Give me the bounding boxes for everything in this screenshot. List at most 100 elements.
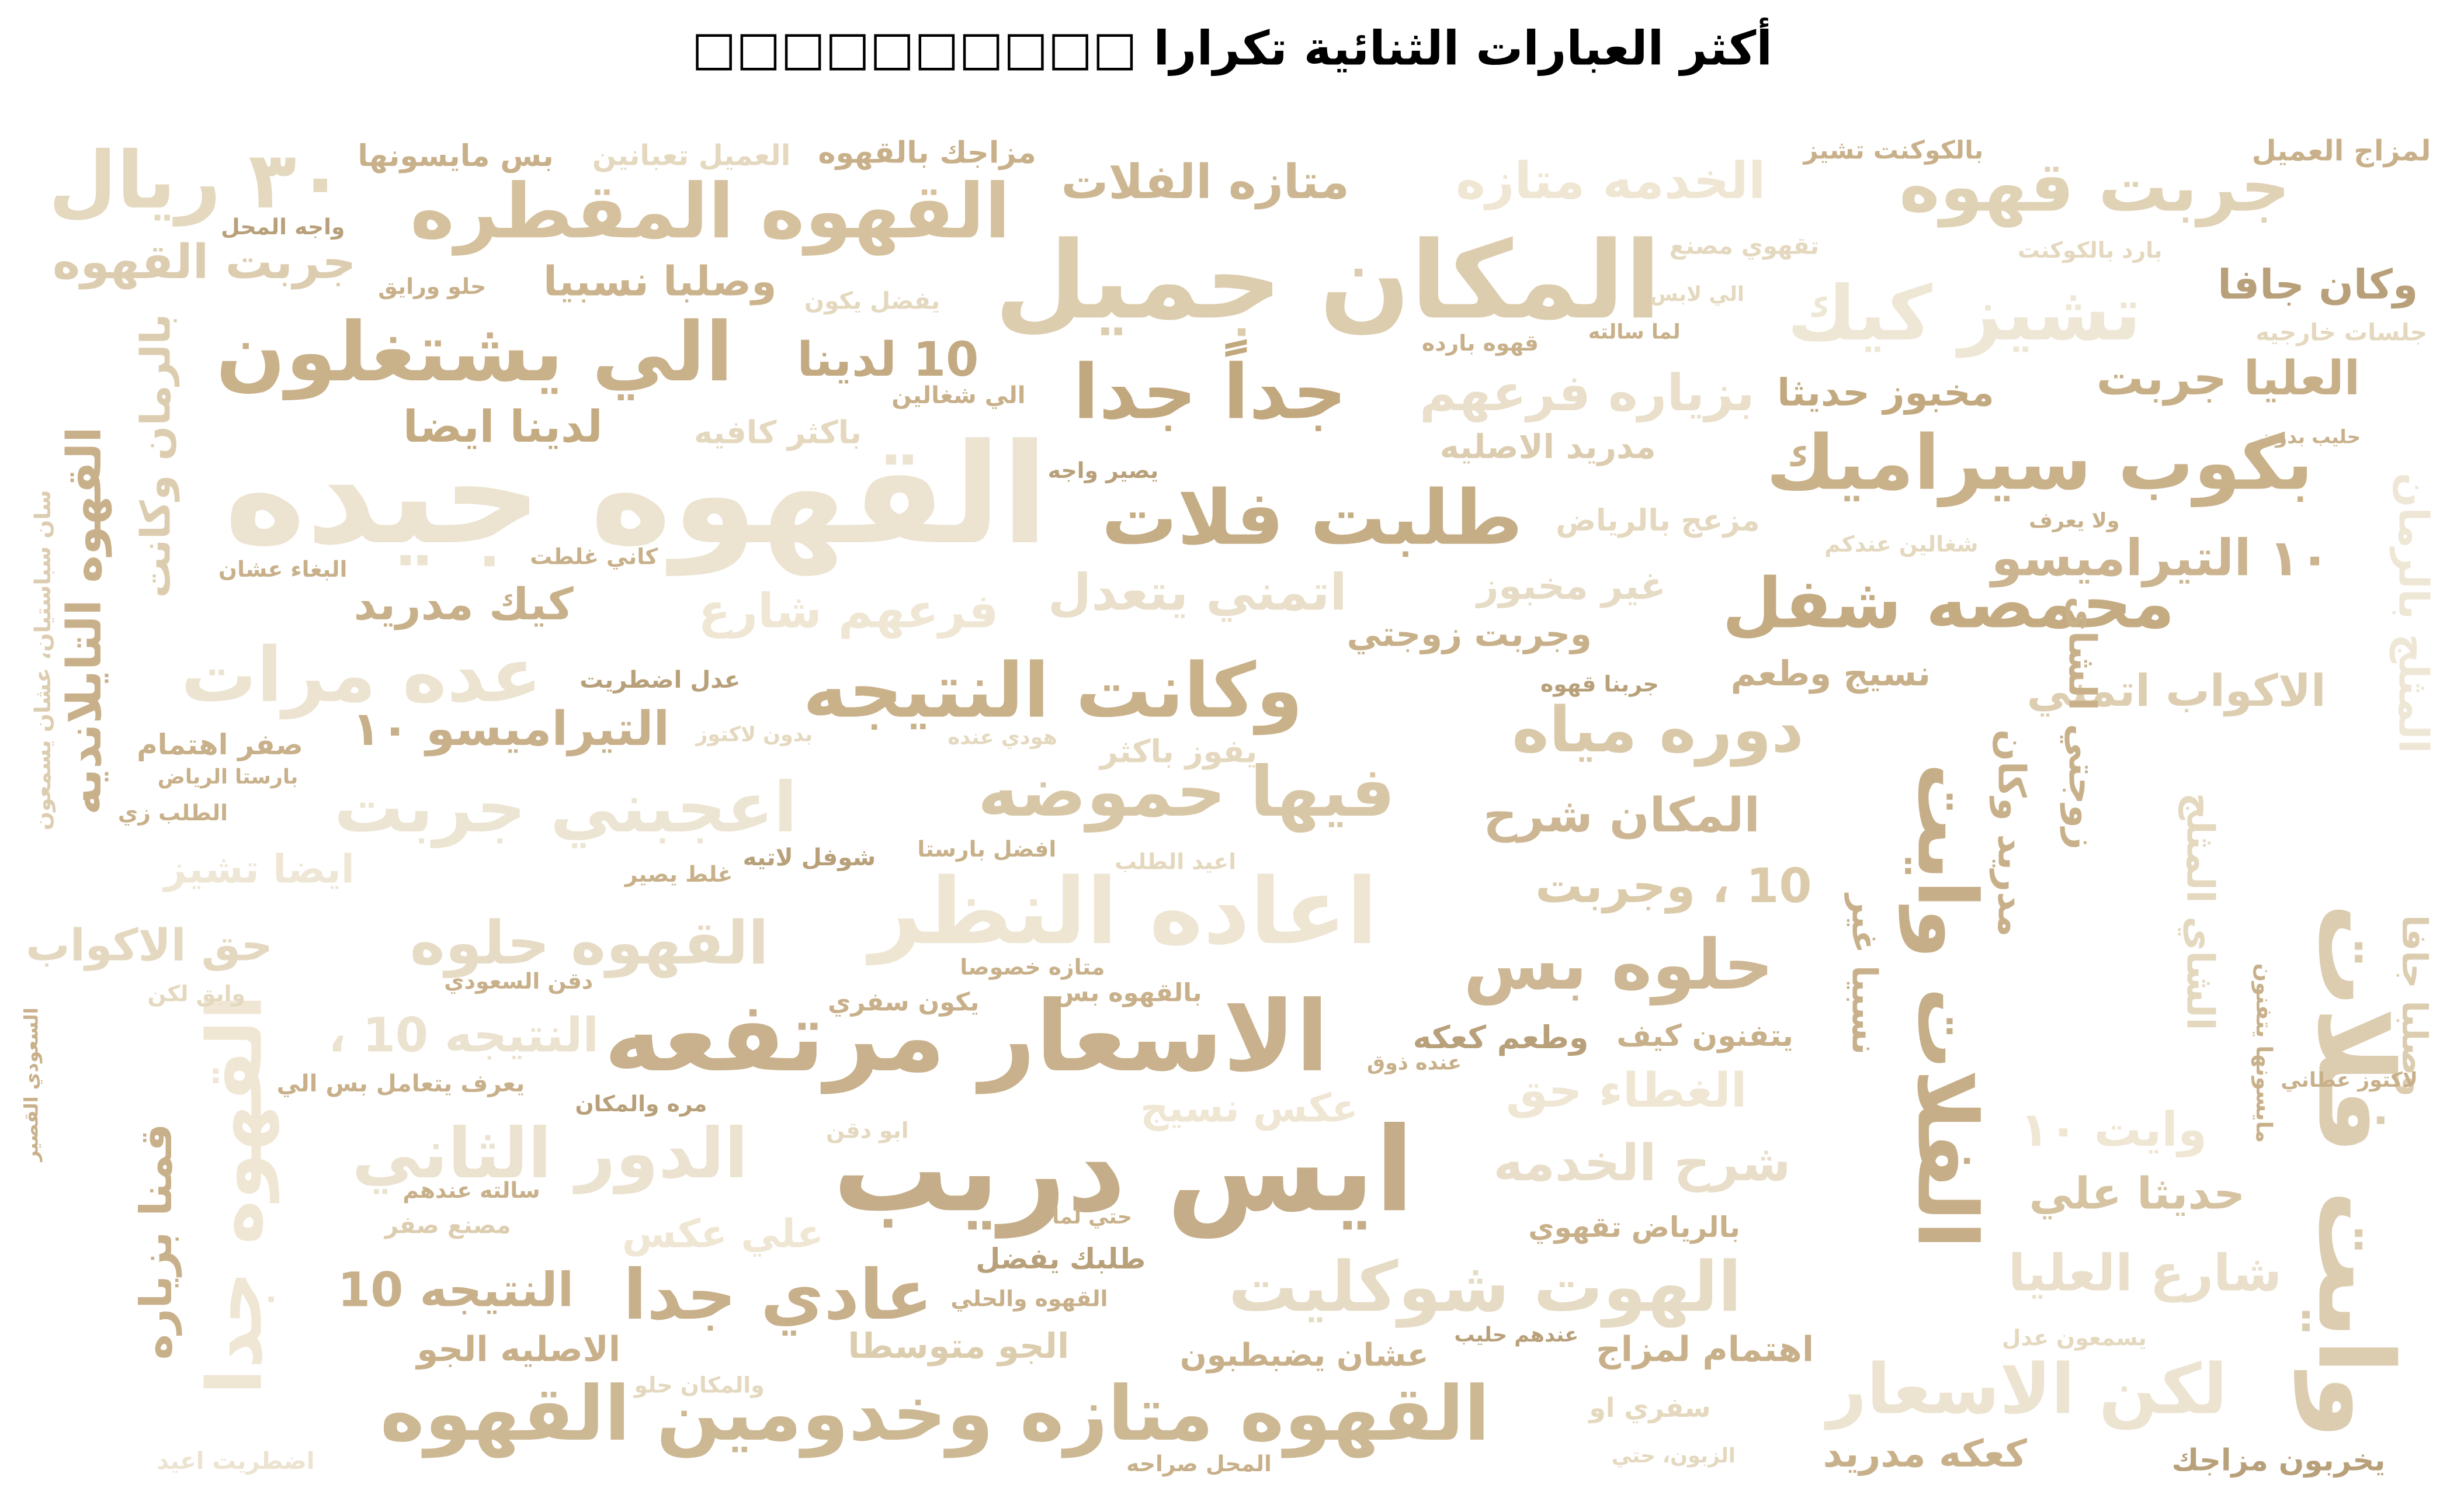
- word: وابق لكن: [147, 982, 245, 1008]
- word: طلبت فلات: [1101, 474, 1523, 563]
- word: القهوه المقطره: [410, 168, 1011, 256]
- word: لمزاج العميل: [2251, 135, 2431, 168]
- word: بس مايسونها: [358, 139, 554, 174]
- word: وكان جافا: [2217, 262, 2418, 310]
- word: شرح الخدمه: [1493, 1133, 1791, 1193]
- word: يكون سفري: [828, 987, 980, 1017]
- word: اعاده النظر: [869, 858, 1378, 965]
- word: نسيج وطعم: [1730, 655, 1931, 695]
- word: كعكه مدريد: [1823, 1431, 2027, 1476]
- word: بدون لاكتوز: [696, 723, 813, 748]
- word: جربت القهوه: [52, 235, 356, 291]
- word: مايسونها يتفنون: [2250, 963, 2276, 1143]
- word: شارع العليا: [2008, 1243, 2282, 1304]
- word: 10 ، وجربت: [1535, 859, 1812, 915]
- word: اهتمام لمزاج: [1596, 1331, 1814, 1371]
- word: دقن السعودي: [444, 969, 594, 995]
- word: مزعج بالرياض: [1556, 504, 1760, 539]
- word: الخدمه متازه: [1456, 151, 1766, 211]
- word: عنده ذوق: [1366, 1052, 1462, 1076]
- word: حق الاكواب: [26, 919, 273, 972]
- word: اتمني يتعدل: [1047, 563, 1347, 623]
- word: يخربون مزاجك: [2171, 1443, 2386, 1478]
- word: الهوت شوكليت: [1228, 1247, 1742, 1329]
- word: المكان جميل: [994, 220, 1661, 345]
- word: اعيد الطلب: [1115, 850, 1237, 876]
- word: جداً جدا: [1073, 349, 1347, 437]
- word: اعجبني جربت: [334, 768, 797, 849]
- word: يتفنون كيف: [1616, 1019, 1793, 1054]
- word: بارد بالكوكنت: [2017, 238, 2163, 264]
- word: عادي جدا: [623, 1256, 933, 1336]
- word: وطعم كعكه: [1413, 1018, 1589, 1056]
- word: الطلب زي: [117, 801, 228, 827]
- word: الفلات وايت: [1898, 762, 1993, 1249]
- word: مصنع صفر: [384, 1211, 511, 1240]
- word: المحل صراحه: [1126, 1452, 1272, 1478]
- word: لدينا ايضا: [402, 400, 603, 453]
- word: حلوه بس: [1463, 925, 1774, 1006]
- word: وصلبا نسبيا: [543, 259, 777, 307]
- word: بالكوكنت تشيز: [1803, 135, 1984, 165]
- word: صفر اهتمام: [137, 729, 303, 762]
- word: ولا يعرف: [2029, 509, 2120, 534]
- word: غير مخبوز: [1477, 564, 1666, 609]
- word: المكان شرح: [1483, 789, 1761, 844]
- word: شوفل لاتيه: [742, 843, 876, 872]
- word: تقهوي مصنع: [1669, 231, 1819, 261]
- word: بالقهوه بس: [1054, 977, 1202, 1008]
- word: يسمعون عدل: [2001, 1326, 2147, 1352]
- word: بارستا الرياض: [157, 766, 299, 790]
- word: وايت فلات: [2294, 903, 2416, 1439]
- word: كاني غلطت: [530, 545, 658, 571]
- word: 10 لدينا: [797, 333, 979, 389]
- word: الجو متوسطا: [848, 1328, 1070, 1368]
- word: الي شغالين: [891, 381, 1026, 410]
- word: علي عكس: [622, 1211, 824, 1257]
- word: الي لابس: [1650, 283, 1744, 307]
- word: مخبوز حديثا: [1777, 370, 1994, 415]
- word: حليب بدون: [2259, 425, 2361, 448]
- word: وجربت زوجتي: [1346, 616, 1592, 656]
- word: سان سباستيان، عشان يسمعون: [31, 490, 57, 831]
- word: عندهم حليب: [1454, 1324, 1579, 1348]
- word: الشاي المثلج: [2178, 792, 2222, 1031]
- word: متازه الفلات: [1061, 155, 1350, 211]
- word: لاكتوز عطاني: [2281, 1069, 2418, 1093]
- word: يفوز باكثر: [1099, 732, 1258, 771]
- word: لما سالته: [1588, 321, 1681, 345]
- word: فرعهم شارع: [698, 584, 999, 640]
- word: يصير واجه: [1047, 459, 1159, 484]
- word: حتي لما: [1052, 1206, 1132, 1230]
- word: باكثر كافيه: [693, 413, 862, 452]
- word: مره والمكان: [575, 1092, 707, 1118]
- word: واجه المحل: [220, 215, 345, 241]
- word: بزياره فرعهم: [1419, 363, 1755, 423]
- word: المثلج بالرمان: [2388, 472, 2436, 754]
- word: بكوب سيراميك: [1766, 420, 2313, 508]
- word: بالرياض تقهوي: [1528, 1211, 1740, 1245]
- word: طلبك يفضل: [976, 1243, 1146, 1277]
- word: قهوه بارده: [1421, 331, 1539, 357]
- word: حلو ورايق: [378, 275, 487, 300]
- word: ايضا تشيز: [164, 846, 355, 892]
- word: القهوه والحلي: [950, 1287, 1108, 1313]
- word: مزاجك بالقهوه: [818, 136, 1036, 171]
- word: عدل اضطريت: [579, 665, 741, 694]
- word: هودي عنده: [948, 727, 1057, 751]
- word: قمنا بزياره: [130, 1123, 183, 1360]
- word: متازه خصوصا: [960, 955, 1105, 981]
- word: الي يشتغلون: [216, 306, 734, 401]
- word: الزبون، حتي: [1611, 1445, 1736, 1469]
- word: مدريد الاصليه: [1439, 428, 1656, 466]
- word: السعودي القصير: [20, 1007, 43, 1162]
- word: بالرمان وكانت: [133, 313, 181, 598]
- word: الغطاء حق: [1505, 1064, 1747, 1119]
- word: وكانت النتيجه: [803, 647, 1303, 736]
- word: الاصليه الجو: [417, 1331, 621, 1371]
- word: ٣٠ ريال: [48, 135, 345, 227]
- word: القهوه حلوه: [409, 908, 769, 978]
- word: لكن الاسعار: [1827, 1350, 2227, 1430]
- word: القهوه التايلانديه: [58, 427, 113, 815]
- word: تشيز كيك: [1787, 270, 2142, 359]
